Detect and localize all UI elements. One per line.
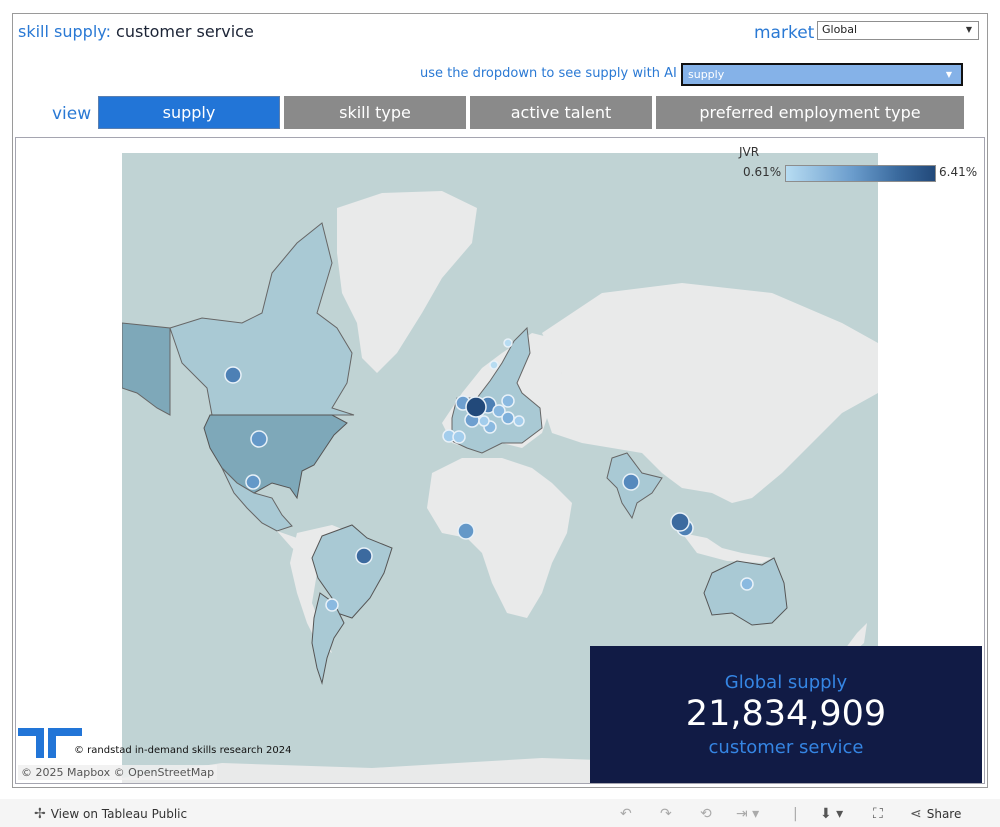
undo-button[interactable]: ↶ — [620, 806, 632, 822]
point-india[interactable] — [622, 473, 640, 491]
tableau-icon: ✢ — [34, 806, 46, 822]
ai-supply-dropdown[interactable]: supply ▼ — [681, 63, 963, 86]
kpi-card: Global supply 21,834,909 customer servic… — [590, 646, 982, 783]
kpi-value: 21,834,909 — [685, 694, 887, 734]
country-canada — [169, 222, 355, 416]
state-alaska — [122, 322, 171, 416]
point-spain[interactable] — [452, 430, 466, 444]
landmass-greenland — [337, 191, 477, 373]
revert-button[interactable]: ⟲ — [700, 806, 712, 822]
refresh-icon: ⇥ ▾ — [736, 806, 760, 822]
ai-supply-value: supply — [688, 68, 725, 81]
tab-preferred-employment-type[interactable]: preferred employment type — [656, 96, 964, 129]
point-singapore[interactable] — [670, 512, 690, 532]
download-button[interactable]: ⬇ ▾ — [820, 806, 843, 822]
fullscreen-icon: ⛶ — [873, 806, 883, 822]
tab-active-talent[interactable]: active talent — [470, 96, 652, 129]
country-australia — [703, 557, 788, 626]
kpi-label: Global supply — [724, 672, 848, 693]
point-australia[interactable] — [740, 577, 754, 591]
download-icon: ⬇ ▾ — [820, 806, 844, 822]
kpi-subtitle: customer service — [708, 737, 864, 758]
toolbar-divider: | — [793, 806, 798, 822]
market-dropdown[interactable]: Global ▼ — [817, 21, 979, 40]
research-credit: © randstad in-demand skills research 202… — [74, 745, 292, 756]
legend-max: 6.41% — [939, 165, 978, 179]
point-germany[interactable] — [465, 396, 487, 418]
market-label: market — [754, 23, 815, 43]
point-switzerland[interactable] — [478, 415, 490, 427]
refresh-button[interactable]: ⇥ ▾ — [736, 806, 759, 822]
undo-icon: ↶ — [620, 806, 632, 822]
title-lead: skill supply: — [18, 22, 111, 41]
tableau-toolbar: ✢ View on Tableau Public ↶ ↷ ⟲ ⇥ ▾ | ⬇ ▾… — [0, 799, 1000, 827]
point-canada[interactable] — [224, 366, 242, 384]
revert-icon: ⟲ — [700, 806, 712, 822]
point-argentina[interactable] — [325, 598, 339, 612]
randstad-logo — [18, 728, 82, 758]
fullscreen-button[interactable]: ⛶ — [873, 806, 883, 822]
point-brazil[interactable] — [355, 547, 373, 565]
tab-skill-type[interactable]: skill type — [284, 96, 466, 129]
page-title: skill supply: customer service — [18, 22, 254, 41]
map-attribution[interactable]: © 2025 Mapbox © OpenStreetMap — [18, 765, 218, 780]
point-united-states[interactable] — [250, 430, 268, 448]
point-norway[interactable] — [489, 360, 499, 370]
redo-icon: ↷ — [660, 806, 672, 822]
legend-title: JVR — [739, 145, 760, 159]
tab-supply[interactable]: supply — [98, 96, 280, 129]
market-value: Global — [822, 23, 858, 36]
country-united-states — [203, 414, 348, 500]
ai-dropdown-label: use the dropdown to see supply with AI — [420, 66, 677, 81]
share-icon: ⋖ — [910, 806, 922, 822]
view-label: view — [52, 104, 92, 124]
chevron-down-icon: ▼ — [965, 25, 972, 34]
landmass-southeast-asia — [682, 533, 772, 563]
landmass-asia — [542, 283, 878, 503]
share-button[interactable]: ⋖ Share — [910, 806, 961, 822]
view-on-tableau-link[interactable]: ✢ View on Tableau Public — [34, 806, 187, 822]
redo-button[interactable]: ↷ — [660, 806, 672, 822]
point-romania[interactable] — [513, 415, 525, 427]
point-sweden[interactable] — [503, 338, 513, 348]
point-mexico[interactable] — [245, 474, 261, 490]
point-hungary[interactable] — [501, 411, 515, 425]
point-poland[interactable] — [501, 394, 515, 408]
landmass-africa — [427, 458, 572, 618]
legend-color-ramp — [785, 165, 936, 182]
view-on-tableau-label: View on Tableau Public — [50, 807, 188, 821]
point-west-africa[interactable] — [457, 522, 475, 540]
legend-min: 0.61% — [743, 165, 782, 179]
title-topic: customer service — [116, 22, 254, 41]
share-label: Share — [926, 807, 962, 821]
chevron-down-icon: ▼ — [945, 70, 952, 79]
